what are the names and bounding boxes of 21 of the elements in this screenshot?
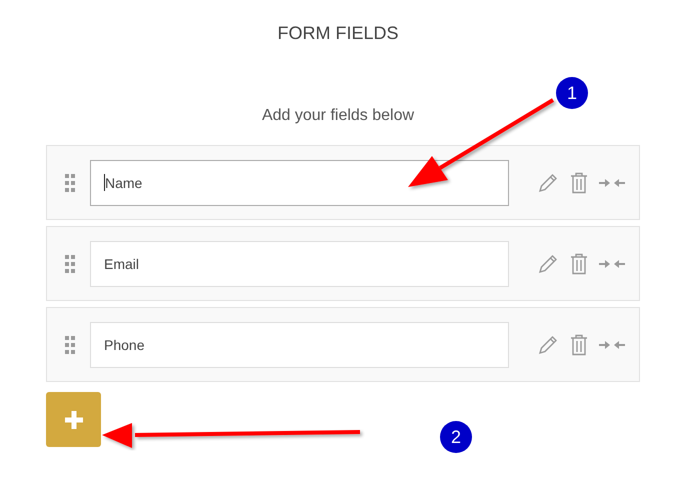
plus-icon: [64, 410, 82, 428]
input-field[interactable]: Phone: [90, 322, 509, 368]
drag-handle-icon[interactable]: [64, 334, 76, 354]
collapse-arrows-icon[interactable]: [599, 178, 625, 188]
callout-badge: 2: [440, 421, 472, 453]
pencil-icon[interactable]: [537, 172, 559, 194]
collapse-arrows-icon[interactable]: [599, 258, 625, 268]
collapse-arrows-icon[interactable]: [599, 340, 625, 350]
input-field[interactable]: Name: [90, 160, 509, 206]
drag-handle-icon[interactable]: [64, 172, 76, 192]
subtitle: Add your fields below: [262, 106, 414, 126]
trash-icon[interactable]: [569, 172, 589, 194]
input-field[interactable]: Email: [90, 240, 509, 286]
trash-icon[interactable]: [569, 334, 589, 356]
add-field-button[interactable]: [46, 392, 101, 447]
callout-badge: 1: [556, 77, 588, 109]
pencil-icon[interactable]: [537, 334, 559, 356]
pencil-icon[interactable]: [537, 252, 559, 274]
trash-icon[interactable]: [569, 252, 589, 274]
page-title: FORM FIELDS: [277, 22, 398, 43]
drag-handle-icon[interactable]: [64, 254, 76, 274]
